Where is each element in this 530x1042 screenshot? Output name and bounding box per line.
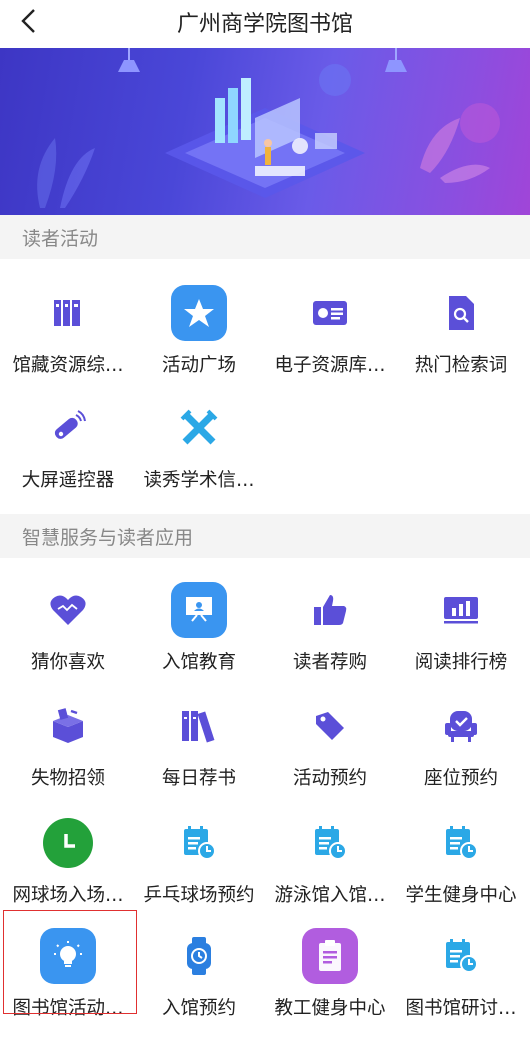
app-e-resources[interactable]: 电子资源库…: [264, 285, 396, 395]
app-lost-and-found[interactable]: 失物招领: [2, 698, 134, 808]
app-label: 活动广场: [161, 355, 236, 376]
cross-swords-icon: [171, 400, 227, 456]
seat-icon: [433, 698, 489, 754]
app-seat-booking[interactable]: 座位预约: [395, 698, 527, 808]
bar-chart-icon: [433, 582, 489, 638]
app-pingpong-booking[interactable]: 乒乓球场预约: [133, 815, 265, 925]
app-label: 乒乓球场预约: [143, 885, 255, 906]
bookshelf-icon: [40, 285, 96, 341]
calendar-clock-icon: [433, 928, 489, 984]
app-label: 活动预约: [292, 768, 367, 789]
tag-icon: [302, 698, 358, 754]
clipboard-icon: [302, 928, 358, 984]
app-label: 座位预约: [423, 768, 498, 789]
remote-icon: [40, 400, 96, 456]
calendar-clock-icon: [171, 815, 227, 871]
app-student-fitness[interactable]: 学生健身中心: [395, 815, 527, 925]
section-title: 读者活动: [22, 228, 99, 250]
banner-image: [0, 48, 530, 215]
app-label: 图书馆活动…: [12, 998, 124, 1019]
app-label: 读秀学术信…: [143, 470, 255, 491]
app-swimming-entry[interactable]: 游泳馆入馆…: [264, 815, 396, 925]
section-title: 智慧服务与读者应用: [22, 527, 194, 549]
page-title: 广州商学院图书馆: [176, 12, 353, 37]
presentation-icon: [171, 582, 227, 638]
app-hot-search[interactable]: 热门检索词: [395, 285, 527, 395]
lightbulb-icon: [40, 928, 96, 984]
calendar-clock-icon: [302, 815, 358, 871]
app-entrance-education[interactable]: 入馆教育: [133, 582, 265, 692]
app-tennis-court[interactable]: 网球场入场…: [2, 815, 134, 925]
app-label: 网球场入场…: [12, 885, 124, 906]
app-label: 每日荐书: [161, 768, 236, 789]
books-icon: [171, 698, 227, 754]
app-label: 教工健身中心: [274, 998, 386, 1019]
app-screen-remote[interactable]: 大屏遥控器: [2, 400, 134, 510]
watch-icon: [171, 928, 227, 984]
id-card-icon: [302, 285, 358, 341]
clock-icon: [40, 815, 96, 871]
app-library-seminar[interactable]: 图书馆研讨…: [395, 928, 527, 1038]
app-label: 游泳馆入馆…: [274, 885, 386, 906]
search-doc-icon: [433, 285, 489, 341]
star-icon: [171, 285, 227, 341]
app-label: 阅读排行榜: [414, 652, 508, 673]
section-header-smart-services: 智慧服务与读者应用: [0, 514, 530, 558]
heart-icon: [40, 582, 96, 638]
app-label: 电子资源库…: [274, 355, 386, 376]
app-label: 学生健身中心: [405, 885, 517, 906]
app-label: 图书馆研讨…: [405, 998, 517, 1019]
app-label: 读者荐购: [292, 652, 367, 673]
top-bar: 广州商学院图书馆: [0, 0, 530, 46]
app-activity-booking[interactable]: 活动预约: [264, 698, 396, 808]
app-label: 馆藏资源综…: [12, 355, 124, 376]
app-label: 大屏遥控器: [21, 470, 115, 491]
app-label: 失物招领: [30, 768, 105, 789]
app-activity-square[interactable]: 活动广场: [133, 285, 265, 395]
app-reader-recommend[interactable]: 读者荐购: [264, 582, 396, 692]
app-duxiu[interactable]: 读秀学术信…: [133, 400, 265, 510]
thumbs-up-icon: [302, 582, 358, 638]
calendar-clock-icon: [433, 815, 489, 871]
app-library-activity[interactable]: 图书馆活动…: [2, 928, 134, 1038]
app-collection-resources[interactable]: 馆藏资源综…: [2, 285, 134, 395]
section-header-reader-activities: 读者活动: [0, 215, 530, 259]
box-icon: [40, 698, 96, 754]
app-staff-fitness[interactable]: 教工健身中心: [264, 928, 396, 1038]
app-label: 入馆教育: [161, 652, 236, 673]
app-daily-book[interactable]: 每日荐书: [133, 698, 265, 808]
app-entry-booking[interactable]: 入馆预约: [133, 928, 265, 1038]
app-label: 入馆预约: [161, 998, 236, 1019]
app-label: 热门检索词: [414, 355, 508, 376]
app-label: 猜你喜欢: [30, 652, 105, 673]
app-guess-you-like[interactable]: 猜你喜欢: [2, 582, 134, 692]
app-reading-rank[interactable]: 阅读排行榜: [395, 582, 527, 692]
